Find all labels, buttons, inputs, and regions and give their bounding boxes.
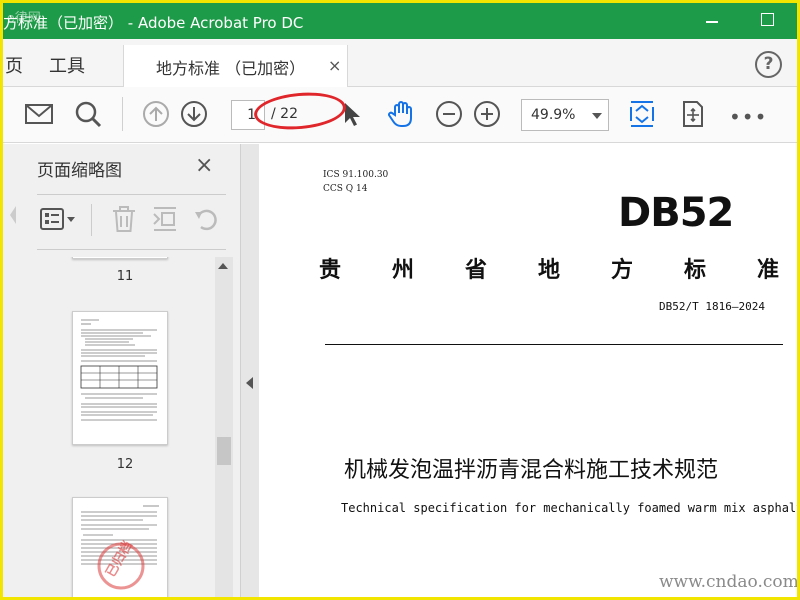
zoom-level-select[interactable]: 49.9% [521,99,609,131]
standard-type-heading: 贵州省地方标准 [319,258,779,283]
document-tab-label: 地方标准 （已加密） [156,59,306,78]
thumbnail-preview [80,319,158,421]
thumbnail-page-number: 11 [116,269,134,284]
tab-close-icon[interactable]: × [328,56,341,75]
scroll-up-arrow-icon[interactable] [218,263,228,269]
maximize-button[interactable] [761,13,774,26]
delete-icon[interactable] [110,205,138,233]
rotate-icon[interactable] [193,205,221,233]
scroll-mode-icon[interactable] [678,99,708,129]
menu-bar: 页 工具 地方标准 （已加密） × ? [3,39,797,87]
site-watermark: www.cndao.com [659,572,799,592]
panel-notch [10,206,16,224]
previous-page-icon[interactable] [141,99,171,129]
fit-page-icon[interactable] [627,99,657,129]
page-thumbnail[interactable] [72,311,168,445]
menu-home[interactable]: 页 [5,52,23,78]
document-view[interactable]: ICS 91.100.30 CCS Q 14 DB52 贵州省地方标准 DB52… [259,144,800,597]
zoom-in-icon[interactable] [472,99,502,129]
app-window: 方标准（已加密） - Adobe Acrobat Pro DC e律网 页 工具… [0,0,800,600]
scrollbar-thumb[interactable] [217,437,231,465]
toolbar-separator [122,97,123,131]
chevron-down-icon [592,113,602,119]
toolbar: 1 / 22 49.9% ••• [3,87,797,143]
ics-code: ICS 91.100.30 [323,170,389,180]
document-tab[interactable]: 地方标准 （已加密） × [123,45,348,87]
thumbnail-list: 11 12 已归档 [37,257,213,597]
toolbar-separator [91,204,92,236]
close-icon[interactable]: × [195,153,213,178]
corner-watermark: e律网 [7,11,41,26]
search-icon[interactable] [73,99,103,129]
document-title-chinese: 机械发泡温拌沥青混合料施工技术规范 [344,458,719,483]
extract-pages-icon[interactable] [151,205,179,233]
window-title: 方标准（已加密） - Adobe Acrobat Pro DC [3,14,304,32]
more-options-icon[interactable]: ••• [729,105,767,129]
thumbnail-page-number: 12 [116,457,134,472]
document-title-english: Technical specification for mechanically… [341,501,800,515]
zoom-out-icon[interactable] [434,99,464,129]
thumbnail-options-icon[interactable] [39,205,79,233]
help-icon[interactable]: ? [755,51,782,78]
email-icon[interactable] [24,99,54,129]
header-rule [325,344,783,345]
standard-logo: DB52 [618,190,734,236]
divider [37,249,226,250]
zoom-level-value: 49.9% [531,107,576,123]
minimize-button[interactable] [706,13,720,27]
divider [37,194,226,195]
page-thumbnail[interactable]: 已归档 [72,497,168,597]
ccs-code: CCS Q 14 [323,184,368,194]
page-thumbnail[interactable] [72,257,168,259]
stamp-text: 已归档 [103,538,136,580]
next-page-icon[interactable] [179,99,209,129]
collapse-arrow-icon[interactable] [246,377,253,389]
thumbnails-panel-title: 页面缩略图 [37,161,122,181]
menu-tools[interactable]: 工具 [49,52,85,78]
hand-tool-icon[interactable] [386,99,416,129]
standard-code: DB52/T 1816—2024 [659,300,765,313]
title-bar: 方标准（已加密） - Adobe Acrobat Pro DC e律网 [3,3,797,39]
thumbnail-preview: 已归档 [81,505,159,590]
scrollbar[interactable] [215,257,233,597]
thumbnails-panel: 页面缩略图 × 11 12 已归档 [3,144,241,597]
panel-collapse-strip[interactable] [241,144,259,597]
